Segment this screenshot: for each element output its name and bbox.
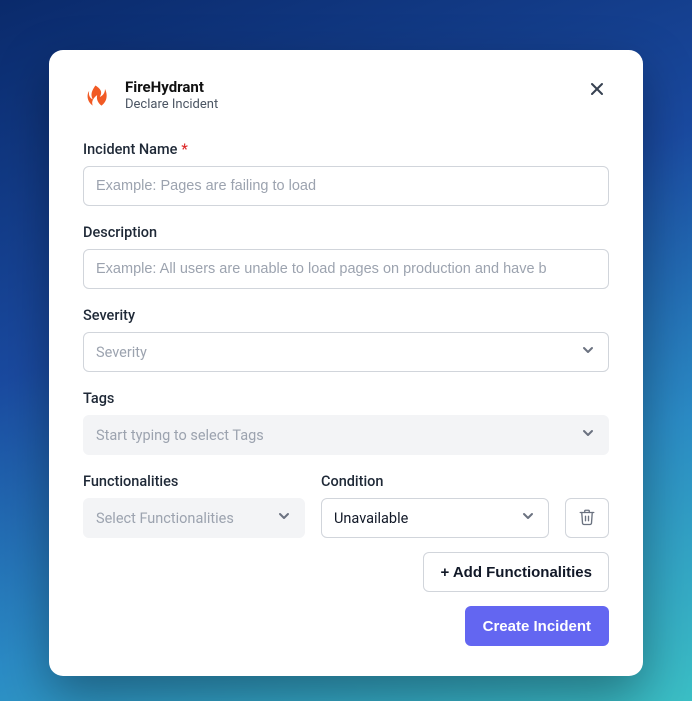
functionalities-select[interactable]: Select Functionalities	[83, 498, 305, 538]
close-button[interactable]	[585, 78, 609, 102]
condition-select[interactable]: Unavailable	[321, 498, 549, 538]
field-condition: Condition Unavailable	[321, 473, 549, 538]
functionalities-row: Functionalities Select Functionalities C…	[83, 473, 609, 538]
field-description: Description	[83, 224, 609, 289]
brand-text: FireHydrant Declare Incident	[125, 78, 218, 113]
close-icon	[589, 81, 605, 100]
chevron-down-icon	[276, 508, 292, 528]
chevron-down-icon	[580, 342, 596, 362]
add-functionalities-button[interactable]: + Add Functionalities	[423, 552, 609, 592]
add-functionalities-row: + Add Functionalities	[83, 552, 609, 592]
tags-label: Tags	[83, 390, 609, 407]
tags-select[interactable]: Start typing to select Tags	[83, 415, 609, 455]
brand-subtitle: Declare Incident	[125, 97, 218, 113]
incident-name-label: Incident Name*	[83, 141, 609, 158]
field-incident-name: Incident Name*	[83, 141, 609, 206]
trash-icon	[578, 508, 596, 529]
firehydrant-logo-icon	[83, 81, 113, 111]
modal-header: FireHydrant Declare Incident	[83, 78, 609, 113]
condition-value: Unavailable	[334, 510, 408, 527]
severity-placeholder: Severity	[96, 344, 147, 361]
field-tags: Tags Start typing to select Tags	[83, 390, 609, 455]
brand-title: FireHydrant	[125, 78, 218, 97]
field-functionalities: Functionalities Select Functionalities	[83, 473, 305, 538]
functionalities-label: Functionalities	[83, 473, 305, 490]
functionalities-placeholder: Select Functionalities	[96, 510, 234, 527]
brand-block: FireHydrant Declare Incident	[83, 78, 218, 113]
tags-placeholder: Start typing to select Tags	[96, 427, 264, 444]
field-severity: Severity Severity	[83, 307, 609, 372]
required-mark: *	[181, 141, 187, 158]
modal-footer: Create Incident	[83, 606, 609, 646]
description-label: Description	[83, 224, 609, 241]
label-text: Incident Name	[83, 141, 177, 158]
chevron-down-icon	[520, 508, 536, 528]
incident-name-input[interactable]	[83, 166, 609, 206]
severity-select[interactable]: Severity	[83, 332, 609, 372]
declare-incident-modal: FireHydrant Declare Incident Incident Na…	[49, 50, 643, 676]
description-input[interactable]	[83, 249, 609, 289]
chevron-down-icon	[580, 425, 596, 445]
create-incident-button[interactable]: Create Incident	[465, 606, 609, 646]
severity-label: Severity	[83, 307, 609, 324]
delete-functionality-button[interactable]	[565, 498, 609, 538]
condition-label: Condition	[321, 473, 549, 490]
